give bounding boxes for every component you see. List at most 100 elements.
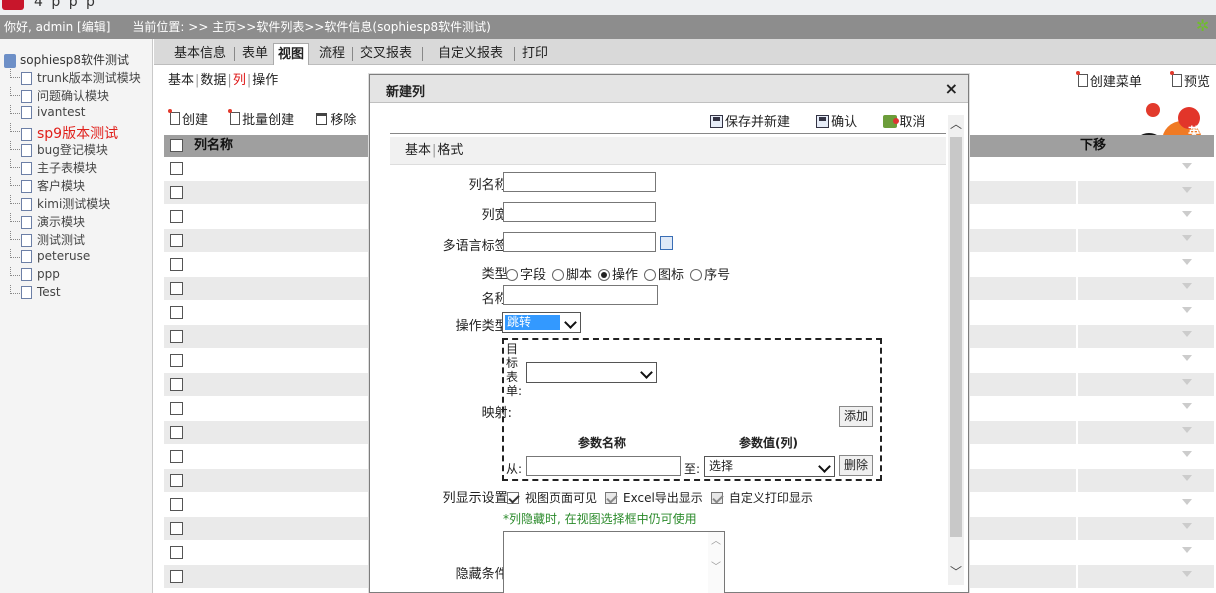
tree-item[interactable]: ivantest [10, 105, 85, 123]
move-down-icon[interactable] [1182, 331, 1192, 337]
tab-cross-report[interactable]: 交叉报表 [356, 43, 416, 65]
display-checkbox[interactable] [605, 492, 618, 504]
row-checkbox[interactable] [170, 450, 183, 463]
move-down-icon[interactable] [1182, 235, 1192, 241]
tree-root[interactable]: sophiesp8软件测试 [4, 51, 129, 68]
type-radio-option[interactable]: 图标 [644, 264, 684, 283]
tab-custom-report[interactable]: 自定义报表 [434, 43, 507, 65]
scroll-up-icon[interactable]: ︿ [949, 117, 963, 131]
create-menu-button[interactable]: 创建菜单 [1075, 71, 1142, 90]
tree-item[interactable]: bug登记模块 [10, 141, 108, 159]
type-radio-option[interactable]: 操作 [598, 264, 638, 283]
op-type-select[interactable]: 跳转 [502, 312, 581, 333]
radio-button[interactable] [506, 269, 518, 281]
tree-item[interactable]: 主子表模块 [10, 159, 97, 177]
move-down-icon[interactable] [1182, 283, 1192, 289]
batch-create-button[interactable]: 批量创建 [228, 109, 294, 128]
close-icon[interactable]: × [945, 79, 958, 98]
row-checkbox[interactable] [170, 522, 183, 535]
row-checkbox[interactable] [170, 426, 183, 439]
row-checkbox[interactable] [170, 474, 183, 487]
confirm-button[interactable]: 确认 [816, 111, 857, 130]
row-checkbox[interactable] [170, 498, 183, 511]
tree-item[interactable]: peteruse [10, 249, 90, 267]
row-checkbox[interactable] [170, 162, 183, 175]
row-checkbox[interactable] [170, 378, 183, 391]
tree-item[interactable]: 测试测试 [10, 231, 85, 249]
radio-button[interactable] [644, 269, 657, 281]
type-radio-option[interactable]: 序号 [690, 264, 730, 283]
type-radio-option[interactable]: 脚本 [552, 264, 592, 283]
subtab-data[interactable]: 数据 [200, 73, 226, 88]
textarea-scrollbar[interactable]: ︿ ﹀ [708, 532, 724, 593]
from-input[interactable] [526, 456, 681, 476]
dialog-tab-format[interactable]: 格式 [437, 143, 463, 158]
display-option[interactable]: 视图页面可见 [507, 489, 597, 506]
edit-label-icon[interactable] [660, 236, 673, 250]
tree-item[interactable]: kimi测试模块 [10, 195, 110, 213]
column-header-name[interactable]: 列名称 [194, 135, 233, 157]
move-down-icon[interactable] [1182, 523, 1192, 529]
display-option[interactable]: Excel导出显示 [605, 489, 703, 506]
move-down-icon[interactable] [1182, 187, 1192, 193]
row-checkbox[interactable] [170, 354, 183, 367]
move-down-icon[interactable] [1182, 451, 1192, 457]
breadcrumb[interactable]: 当前位置: >> 主页>>软件列表>>软件信息(sophiesp8软件测试) [132, 20, 490, 34]
move-down-icon[interactable] [1182, 547, 1192, 553]
move-down-icon[interactable] [1182, 307, 1192, 313]
tree-item[interactable]: 客户模块 [10, 177, 85, 195]
tree-item[interactable]: 演示模块 [10, 213, 85, 231]
row-checkbox[interactable] [170, 546, 183, 559]
radio-button[interactable] [598, 269, 611, 281]
row-checkbox[interactable] [170, 210, 183, 223]
move-down-icon[interactable] [1182, 475, 1192, 481]
remove-button[interactable]: 移除 [316, 109, 356, 128]
tree-item[interactable]: sp9版本测试 [10, 123, 118, 142]
move-down-icon[interactable] [1182, 211, 1192, 217]
row-checkbox[interactable] [170, 330, 183, 343]
display-option[interactable]: 自定义打印显示 [710, 489, 813, 506]
tab-view[interactable]: 视图 [273, 43, 310, 65]
subtab-basic[interactable]: 基本 [168, 73, 194, 88]
to-column-select[interactable]: 选择 [704, 456, 835, 477]
move-down-icon[interactable] [1182, 259, 1192, 265]
target-form-select[interactable] [526, 362, 657, 383]
tab-flow[interactable]: 流程 [315, 43, 349, 65]
gear-icon[interactable]: ✲ [1196, 17, 1214, 35]
preview-button[interactable]: 预览 [1169, 71, 1210, 90]
type-radio-option[interactable]: 字段 [506, 264, 546, 283]
tree-item[interactable]: trunk版本测试模块 [10, 69, 141, 87]
move-down-icon[interactable] [1182, 163, 1192, 169]
tab-form[interactable]: 表单 [238, 43, 272, 65]
tree-item[interactable]: 问题确认模块 [10, 87, 109, 105]
add-mapping-button[interactable]: 添加 [839, 406, 874, 427]
tree-item[interactable]: ppp [10, 267, 60, 285]
radio-button[interactable] [690, 269, 703, 281]
name-input[interactable] [503, 285, 658, 305]
user-greeting[interactable]: 你好, admin [编辑] [4, 20, 110, 34]
scroll-thumb[interactable] [950, 137, 962, 537]
subtab-column[interactable]: 列 [233, 73, 246, 88]
scroll-down-icon[interactable]: ﹀ [949, 565, 963, 579]
move-down-icon[interactable] [1182, 427, 1192, 433]
col-name-input[interactable] [503, 172, 656, 192]
create-button[interactable]: 创建 [168, 109, 208, 128]
subtab-action[interactable]: 操作 [252, 73, 278, 88]
hide-condition-textarea[interactable]: ︿ ﹀ [503, 531, 725, 593]
delete-mapping-button[interactable]: 删除 [839, 455, 874, 476]
row-checkbox[interactable] [170, 282, 183, 295]
row-checkbox[interactable] [170, 258, 183, 271]
radio-button[interactable] [552, 269, 565, 281]
select-all-checkbox[interactable] [170, 139, 183, 152]
row-checkbox[interactable] [170, 306, 183, 319]
display-checkbox[interactable] [507, 492, 519, 504]
tab-basic-info[interactable]: 基本信息 [170, 43, 230, 65]
tree-item[interactable]: Test [10, 285, 61, 303]
col-width-input[interactable] [503, 202, 656, 222]
move-down-icon[interactable] [1182, 355, 1192, 361]
display-checkbox[interactable] [710, 492, 723, 504]
dialog-tab-basic[interactable]: 基本 [405, 143, 431, 158]
i18n-input[interactable] [503, 232, 656, 252]
move-down-icon[interactable] [1182, 379, 1192, 385]
move-down-icon[interactable] [1182, 499, 1192, 505]
